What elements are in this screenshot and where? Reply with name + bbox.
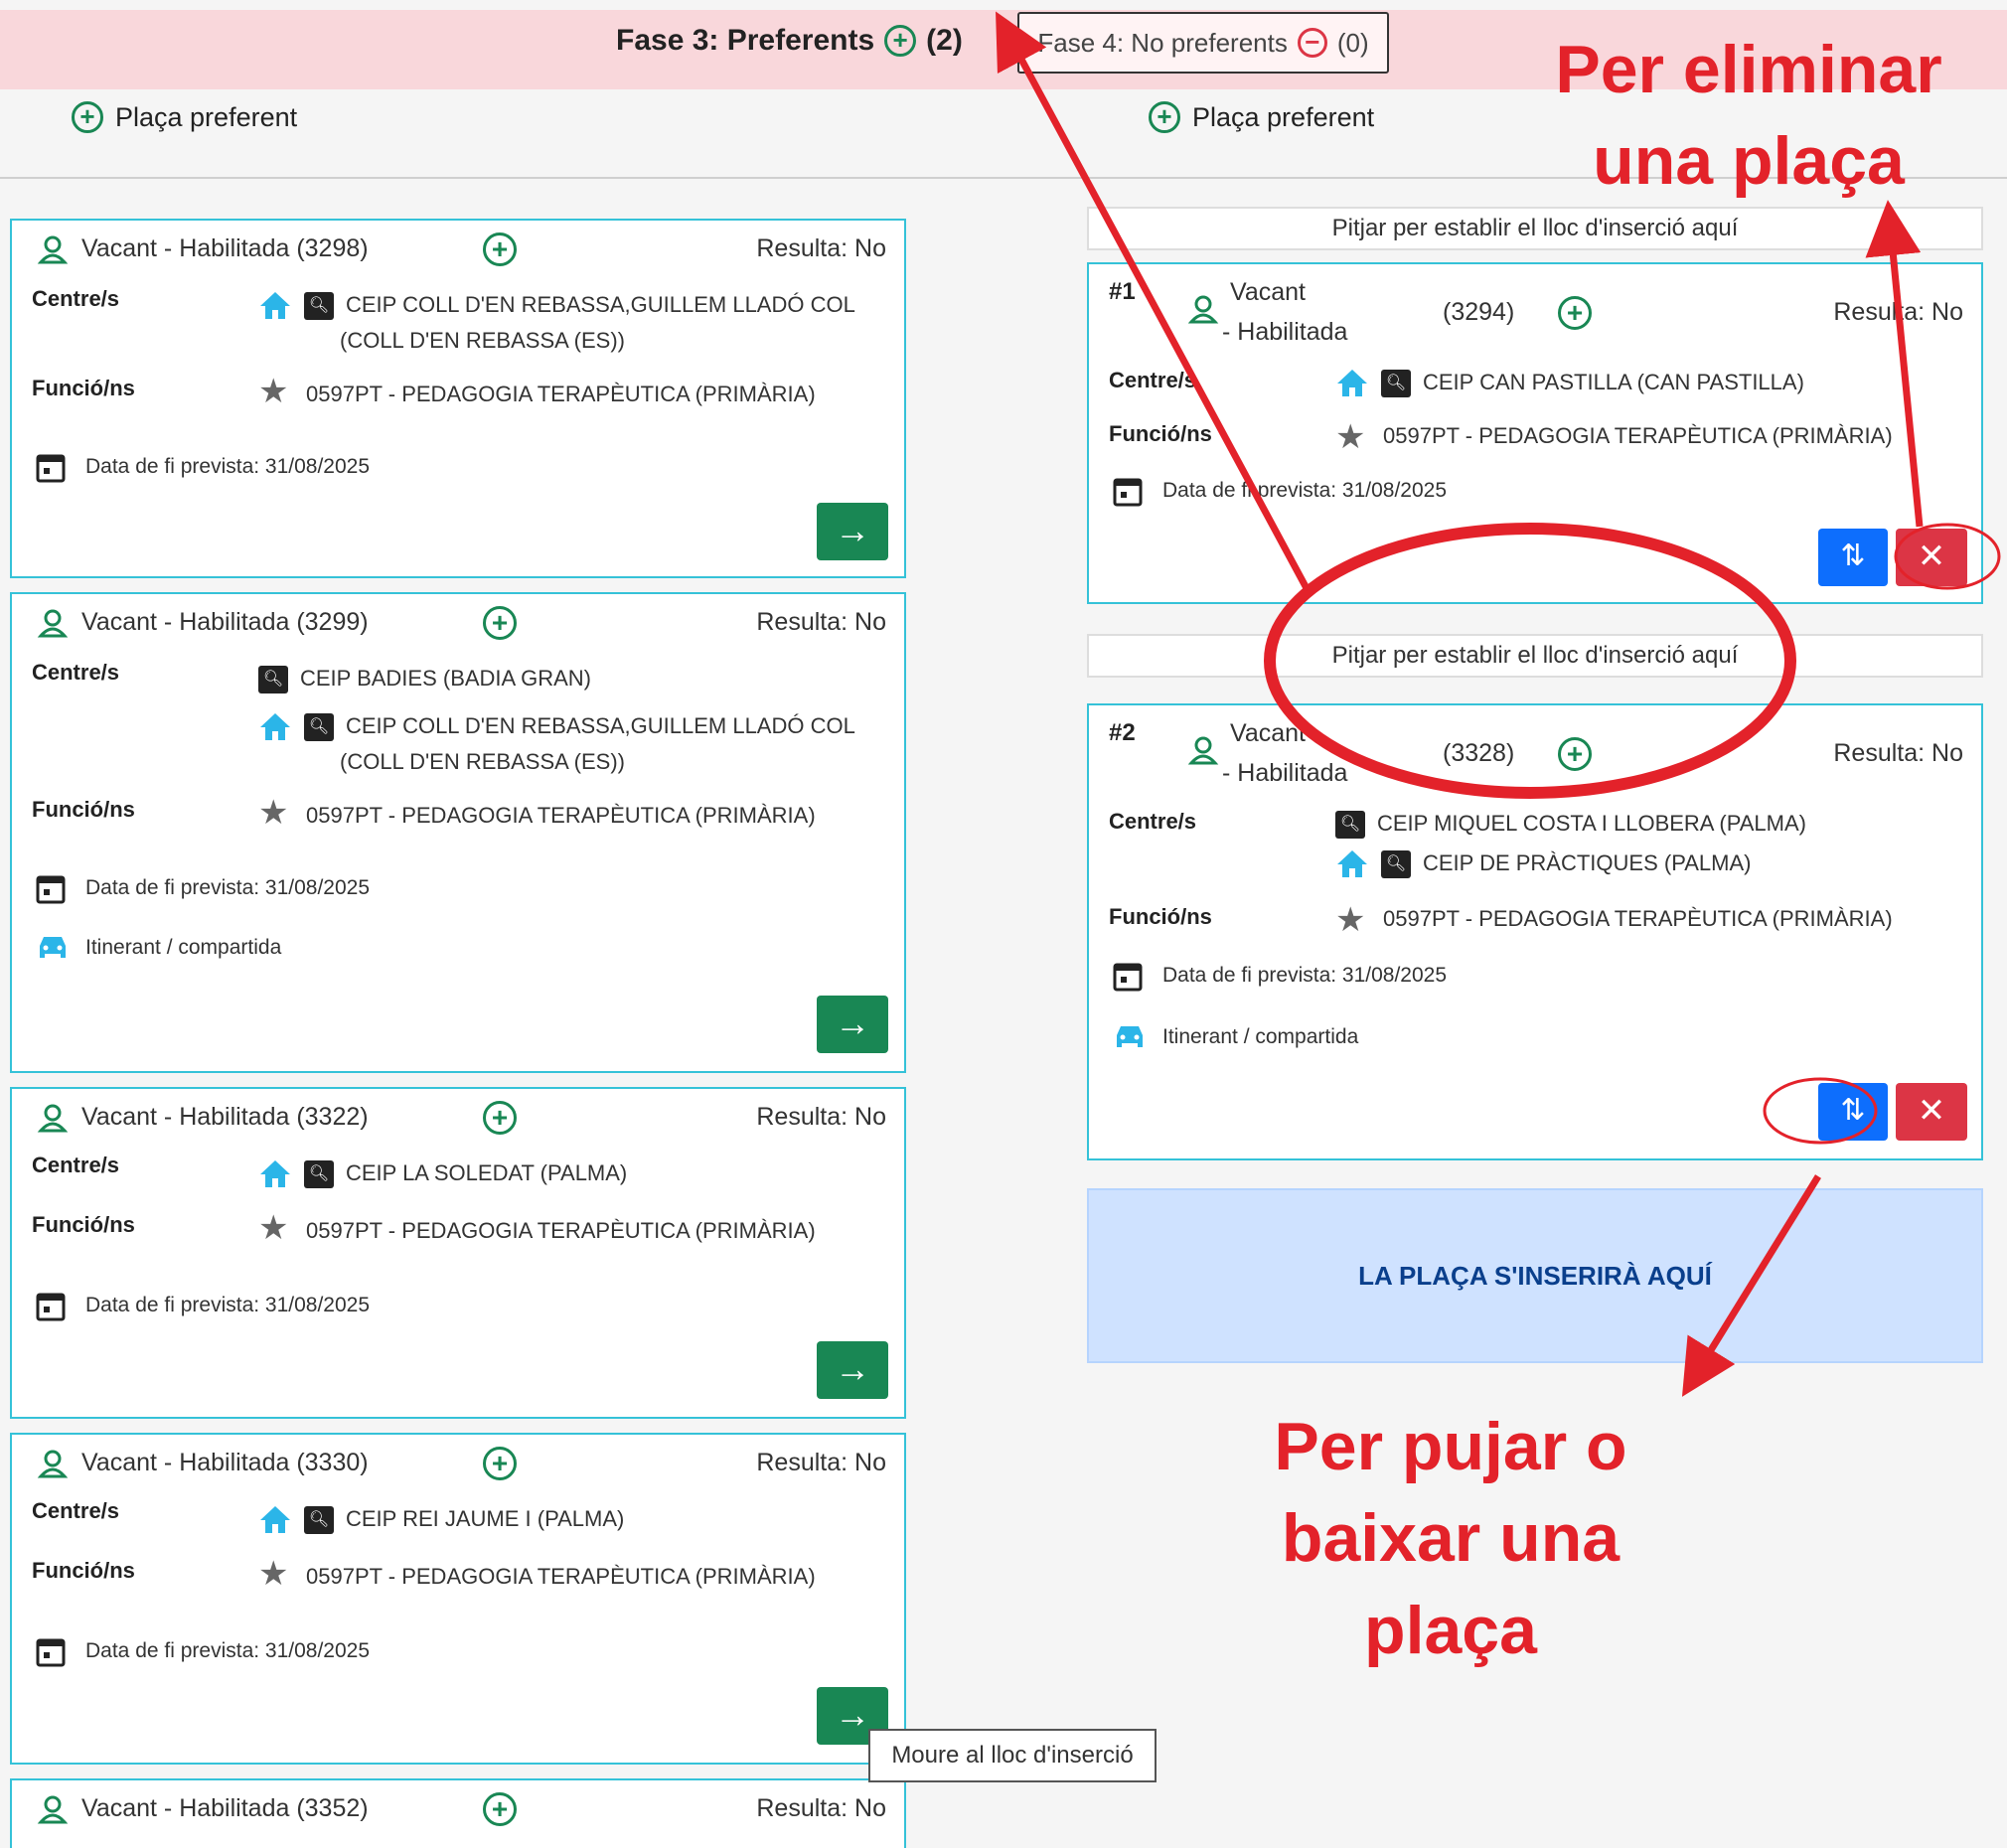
annotation-overlay: [996, 11, 2001, 1397]
highlight-ellipse: [1894, 523, 2001, 590]
highlight-ellipse: [1763, 1077, 1878, 1145]
highlight-ellipse: [1264, 523, 1796, 799]
arrow-line: [1865, 200, 1924, 528]
arrow-line: [1681, 1174, 1821, 1397]
arrow-line: [996, 11, 1312, 592]
